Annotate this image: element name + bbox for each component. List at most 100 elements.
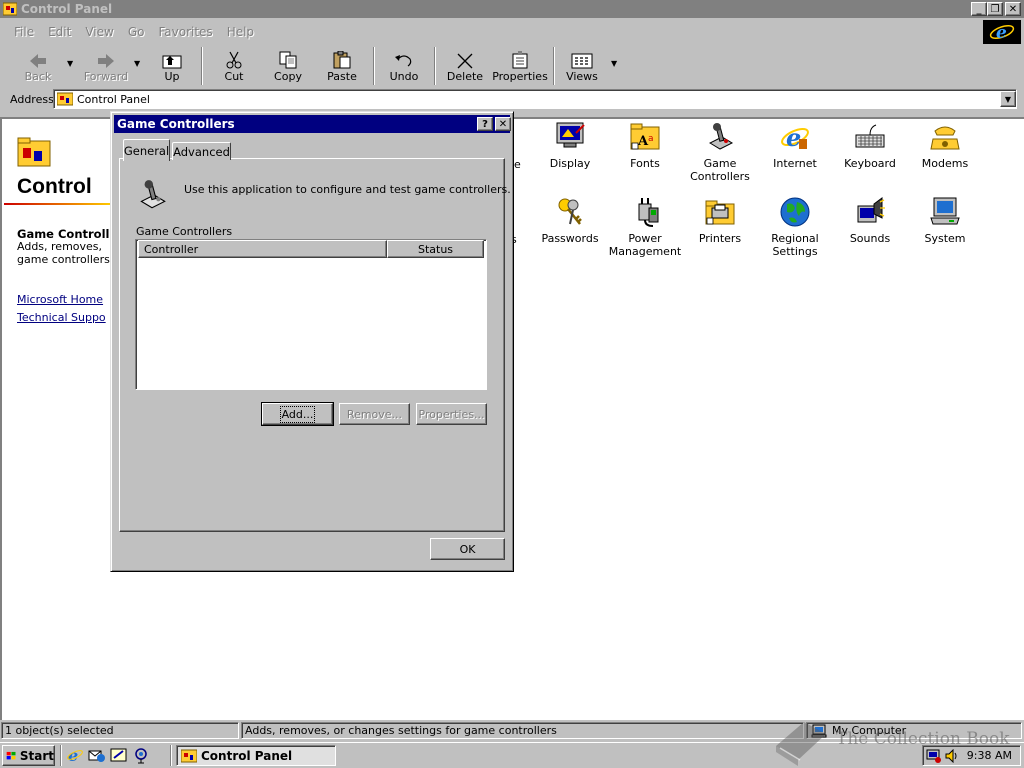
- views-dropdown-icon[interactable]: ▼: [611, 59, 617, 68]
- window-title: Control Panel: [21, 2, 113, 16]
- back-button[interactable]: Back: [20, 45, 56, 85]
- outlook-express-icon[interactable]: [88, 746, 106, 764]
- paste-button[interactable]: Paste: [324, 45, 360, 85]
- icon-system[interactable]: System: [907, 196, 983, 245]
- hidden-item-label: e: [514, 158, 521, 171]
- control-panel-icon: [181, 749, 197, 762]
- forward-button[interactable]: Forward: [84, 45, 128, 85]
- views-button[interactable]: Views: [564, 45, 600, 85]
- icon-label: Game Controllers: [690, 157, 750, 183]
- copy-label: Copy: [274, 70, 302, 83]
- icon-label: Regional Settings: [771, 232, 819, 258]
- dialog-close-button[interactable]: ✕: [495, 117, 511, 131]
- minimize-button[interactable]: _: [971, 2, 987, 16]
- column-header-status[interactable]: Status: [387, 240, 484, 258]
- status-count-text: 1 object(s) selected: [5, 724, 114, 737]
- icon-modems[interactable]: Modems: [907, 121, 983, 170]
- tab-general[interactable]: General: [123, 139, 170, 161]
- description-line: game controllers: [17, 253, 110, 266]
- toolbar-separator: [434, 47, 436, 85]
- icon-sounds[interactable]: Sounds: [832, 196, 908, 245]
- icon-label: System: [924, 232, 966, 245]
- menu-go[interactable]: Go: [128, 25, 145, 39]
- icon-fonts[interactable]: Aa Fonts: [607, 121, 683, 170]
- maximize-glyph: ❐: [990, 3, 1000, 15]
- dialog-title: Game Controllers: [117, 117, 235, 131]
- undo-label: Undo: [389, 70, 419, 83]
- printer-folder-icon: [705, 200, 735, 225]
- microsoft-home-link[interactable]: Microsoft Home: [17, 293, 103, 306]
- toolbar-separator: [373, 47, 375, 85]
- menu-favorites[interactable]: Favorites: [158, 25, 212, 39]
- icon-label: Sounds: [849, 232, 891, 245]
- page-title: Control: [17, 175, 92, 198]
- taskbar-control-panel-button[interactable]: Control Panel: [176, 745, 336, 766]
- intro-text: Use this application to configure and te…: [184, 183, 511, 196]
- delete-x-icon: [457, 53, 473, 69]
- properties-label: Properties...: [418, 407, 485, 421]
- address-dropdown-button[interactable]: ▼: [1000, 91, 1016, 107]
- menu-file[interactable]: File: [14, 25, 34, 39]
- icon-label: Power Management: [608, 232, 682, 258]
- properties-button[interactable]: Properties...: [416, 403, 487, 425]
- icon-regional-settings[interactable]: Regional Settings: [757, 196, 833, 258]
- properties-icon: [512, 51, 528, 69]
- ie-throbber: e: [983, 20, 1021, 44]
- quick-launch: e: [66, 746, 150, 764]
- delete-button[interactable]: Delete: [446, 45, 484, 85]
- icon-internet[interactable]: e Internet: [757, 121, 833, 170]
- status-message-text: Adds, removes, or changes settings for g…: [245, 724, 557, 737]
- controllers-list[interactable]: Controller Status: [135, 239, 487, 390]
- menu-help[interactable]: Help: [227, 25, 254, 39]
- cut-button[interactable]: Cut: [218, 45, 250, 85]
- icon-printers[interactable]: Printers: [682, 196, 758, 245]
- icon-keyboard[interactable]: Keyboard: [832, 121, 908, 170]
- channels-icon[interactable]: [132, 746, 150, 764]
- ie-quicklaunch-icon[interactable]: e: [66, 746, 84, 764]
- dialog-title-bar[interactable]: Game Controllers ? ✕: [114, 115, 511, 133]
- icon-passwords[interactable]: Passwords: [532, 196, 608, 245]
- taskbar-separator: [60, 745, 62, 766]
- icon-power-management[interactable]: Power Management: [607, 196, 683, 258]
- icon-game-controllers[interactable]: Game Controllers: [682, 121, 758, 183]
- svg-text:a: a: [648, 134, 654, 144]
- icon-display[interactable]: Display: [532, 121, 608, 170]
- remove-button[interactable]: Remove...: [339, 403, 410, 425]
- copy-button[interactable]: Copy: [270, 45, 306, 85]
- paste-label: Paste: [327, 70, 357, 83]
- column-header-controller[interactable]: Controller: [138, 240, 387, 258]
- menu-bar: File Edit View Go Favorites Help: [0, 20, 1024, 44]
- add-label: Add...: [279, 405, 316, 423]
- undo-arrow-icon: [395, 55, 412, 67]
- globe-icon: [780, 197, 810, 227]
- selected-item-title: Game Controll: [17, 227, 110, 241]
- keys-icon: [558, 198, 582, 225]
- maximize-button[interactable]: ❐: [987, 2, 1003, 16]
- start-button[interactable]: Start: [2, 745, 55, 766]
- modem-icon: [930, 126, 960, 150]
- tab-advanced[interactable]: Advanced: [172, 142, 231, 160]
- joystick-icon: [708, 123, 734, 150]
- forward-label: Forward: [83, 70, 129, 83]
- help-button[interactable]: ?: [477, 117, 493, 131]
- icon-label: Printers: [698, 232, 742, 245]
- description-line: Adds, removes,: [17, 240, 103, 253]
- icon-label: Modems: [921, 157, 969, 170]
- menu-view[interactable]: View: [85, 25, 113, 39]
- minimize-glyph: _: [976, 3, 982, 15]
- address-field[interactable]: Control Panel: [53, 89, 1017, 109]
- menu-edit[interactable]: Edit: [48, 25, 71, 39]
- undo-button[interactable]: Undo: [386, 45, 422, 85]
- window-title-bar[interactable]: Control Panel: [0, 0, 1024, 18]
- back-dropdown-icon[interactable]: ▼: [67, 59, 73, 68]
- ok-button[interactable]: OK: [430, 538, 505, 560]
- properties-button[interactable]: Properties: [492, 45, 548, 85]
- technical-support-link[interactable]: Technical Suppo: [17, 311, 106, 324]
- close-button[interactable]: ✕: [1005, 2, 1021, 16]
- up-button[interactable]: Up: [156, 45, 188, 85]
- standard-toolbar: Back ▼ Forward ▼ Up Cut Copy Paste Undo …: [6, 45, 1020, 87]
- add-button[interactable]: Add...: [261, 402, 334, 426]
- forward-dropdown-icon[interactable]: ▼: [134, 59, 140, 68]
- up-label: Up: [164, 70, 180, 83]
- show-desktop-icon[interactable]: [110, 746, 128, 764]
